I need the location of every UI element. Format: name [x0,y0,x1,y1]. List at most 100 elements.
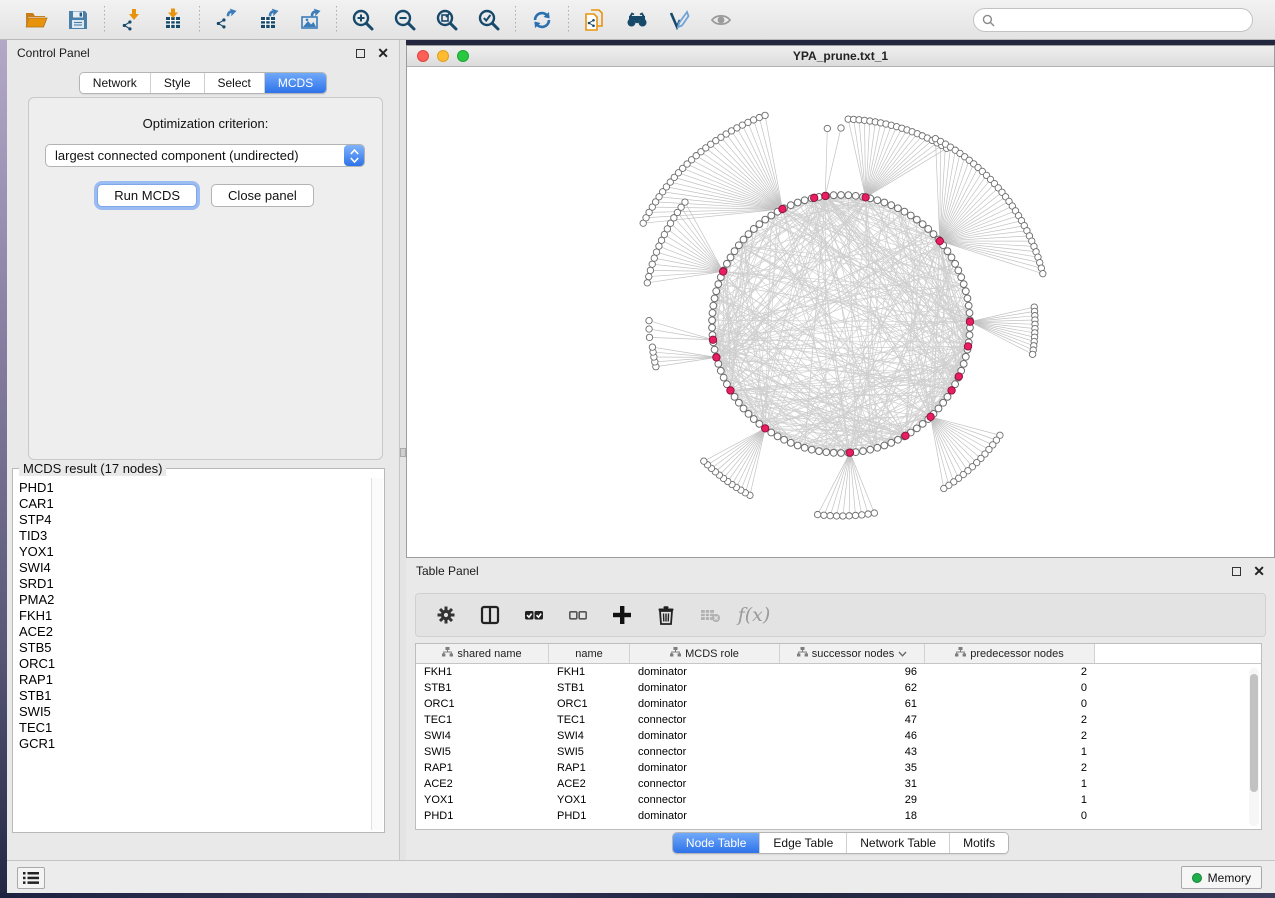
table-row[interactable]: ORC1ORC1dominator610 [416,696,1261,712]
mcds-result-item[interactable]: ORC1 [19,656,370,672]
column-header-shared-name[interactable]: shared name [416,644,549,663]
search-box[interactable] [973,8,1253,32]
gear-icon[interactable] [434,603,458,627]
tab-edge-table[interactable]: Edge Table [759,833,846,853]
search-input[interactable] [1000,13,1244,27]
select-all-icon[interactable] [522,603,546,627]
mcds-result-item[interactable]: STB5 [19,640,370,656]
save-icon[interactable] [65,7,91,33]
mcds-result-item[interactable]: SRD1 [19,576,370,592]
memory-button[interactable]: Memory [1181,866,1262,889]
table-row[interactable]: RAP1RAP1dominator352 [416,760,1261,776]
mcds-node[interactable] [822,192,829,199]
tab-style[interactable]: Style [150,73,204,93]
column-header-successor-nodes[interactable]: successor nodes [780,644,925,663]
column-header-name[interactable]: name [549,644,630,663]
table-row[interactable]: TEC1TEC1connector472 [416,712,1261,728]
zoom-out-icon[interactable] [392,7,418,33]
tab-select[interactable]: Select [204,73,264,93]
refresh-icon[interactable] [529,7,555,33]
mcds-node[interactable] [713,354,720,361]
tab-node-table[interactable]: Node Table [673,833,760,853]
binoculars-icon[interactable] [624,7,650,33]
table-row[interactable]: SWI5SWI5connector431 [416,744,1261,760]
columns-icon[interactable] [478,603,502,627]
mcds-result-item[interactable]: ACE2 [19,624,370,640]
window-minimize-button[interactable] [437,50,449,62]
delete-icon[interactable] [654,603,678,627]
export-image-icon[interactable] [297,7,323,33]
table-row[interactable]: PHD1PHD1dominator180 [416,808,1261,824]
import-table-icon[interactable] [160,7,186,33]
mcds-result-item[interactable]: SWI5 [19,704,370,720]
zoom-selected-icon[interactable] [476,7,502,33]
mcds-node[interactable] [955,373,962,380]
float-icon[interactable] [1232,567,1241,576]
mcds-result-item[interactable]: GCR1 [19,736,370,752]
close-icon[interactable]: ✕ [377,46,389,60]
close-panel-button[interactable]: Close panel [211,184,314,207]
mcds-node[interactable] [936,237,943,244]
network-canvas[interactable] [407,67,1274,557]
tab-mcds[interactable]: MCDS [264,73,326,93]
table-row[interactable]: STB1STB1dominator620 [416,680,1261,696]
window-close-button[interactable] [417,50,429,62]
mcds-result-item[interactable]: TID3 [19,528,370,544]
table-row[interactable]: SWI4SWI4dominator462 [416,728,1261,744]
mcds-result-item[interactable]: FKH1 [19,608,370,624]
mcds-result-item[interactable]: STB1 [19,688,370,704]
run-mcds-button[interactable]: Run MCDS [97,184,197,207]
mcds-node[interactable] [719,268,726,275]
mcds-result-item[interactable]: RAP1 [19,672,370,688]
mcds-node[interactable] [966,318,973,325]
export-table-icon[interactable] [255,7,281,33]
mcds-result-item[interactable]: YOX1 [19,544,370,560]
column-header-predecessor-nodes[interactable]: predecessor nodes [925,644,1095,663]
open-folder-icon[interactable] [23,7,49,33]
mcds-result-item[interactable]: TEC1 [19,720,370,736]
table-scrollbar-thumb[interactable] [1250,674,1258,792]
table-row[interactable]: FKH1FKH1dominator962 [416,664,1261,680]
table-row[interactable]: ACE2ACE2connector311 [416,776,1261,792]
mcds-result-item[interactable]: STP4 [19,512,370,528]
float-icon[interactable] [356,49,365,58]
mcds-node[interactable] [948,387,955,394]
tab-network[interactable]: Network [80,73,150,93]
mcds-node[interactable] [846,449,853,456]
mcds-node[interactable] [810,194,817,201]
graphics-details-icon[interactable] [666,7,692,33]
mcds-node[interactable] [927,413,934,420]
mcds-node[interactable] [761,425,768,432]
mcds-node[interactable] [727,387,734,394]
column-header-MCDS-role[interactable]: MCDS role [630,644,780,663]
eye-icon[interactable] [708,7,734,33]
mcds-node[interactable] [902,432,909,439]
export-network-icon[interactable] [213,7,239,33]
window-zoom-button[interactable] [457,50,469,62]
optimization-criterion-select[interactable]: largest connected component (undirected) [45,144,365,167]
mcds-result-item[interactable]: PMA2 [19,592,370,608]
task-history-button[interactable] [17,867,45,889]
table-row[interactable]: YOX1YOX1connector291 [416,792,1261,808]
import-network-icon[interactable] [118,7,144,33]
tab-motifs[interactable]: Motifs [949,833,1008,853]
tab-network-table[interactable]: Network Table [846,833,949,853]
zoom-fit-icon[interactable] [434,7,460,33]
add-icon[interactable] [610,603,634,627]
mcds-node[interactable] [709,336,716,343]
mcds-result-item[interactable]: CAR1 [19,496,370,512]
deselect-all-icon[interactable] [566,603,590,627]
table-scrollbar[interactable] [1249,668,1259,826]
close-icon[interactable]: ✕ [1253,564,1265,578]
mcds-node[interactable] [862,194,869,201]
network-graph[interactable] [407,67,1274,557]
mcds-node[interactable] [779,205,786,212]
mcds-node[interactable] [964,343,971,350]
table-cell: SWI4 [549,730,630,742]
mcds-result-list[interactable]: PHD1CAR1STP4TID3YOX1SWI4SRD1PMA2FKH1ACE2… [15,478,370,830]
mcds-result-item[interactable]: PHD1 [19,480,370,496]
share-document-icon[interactable] [582,7,608,33]
zoom-in-icon[interactable] [350,7,376,33]
mcds-result-item[interactable]: SWI4 [19,560,370,576]
mcds-result-scrollbar[interactable] [371,478,383,830]
